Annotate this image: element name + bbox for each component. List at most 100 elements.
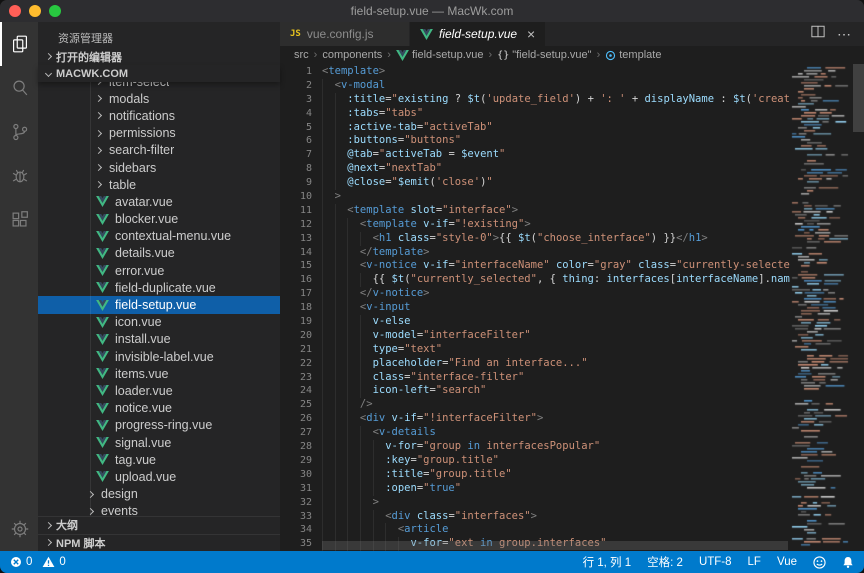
more-actions-icon[interactable]: ⋯ — [837, 26, 852, 43]
settings-gear-icon[interactable] — [0, 507, 38, 551]
tab-field-setup.vue[interactable]: field-setup.vue× — [410, 22, 546, 46]
tree-file-loader.vue[interactable]: loader.vue — [38, 382, 280, 399]
code-line: 15<v-notice v-if="interfaceName" color="… — [280, 259, 790, 273]
code-editor[interactable]: 1<template>2<v-modal3:title="existing ? … — [280, 64, 864, 551]
tree-folder-search-filter[interactable]: search-filter — [38, 142, 280, 159]
error-icon — [10, 556, 22, 568]
warnings-indicator[interactable]: 0 — [42, 556, 65, 568]
code-line: 11<template slot="interface"> — [280, 204, 790, 218]
tree-file-items.vue[interactable]: items.vue — [38, 365, 280, 382]
code-line: 20v-model="interfaceFilter" — [280, 329, 790, 343]
extensions-icon[interactable] — [0, 198, 38, 242]
tree-file-field-duplicate.vue[interactable]: field-duplicate.vue — [38, 279, 280, 296]
npm-scripts-section[interactable]: NPM 脚本 — [38, 534, 280, 552]
symbol-icon — [605, 50, 616, 61]
breadcrumb-field-setup.vue[interactable]: field-setup.vue — [396, 49, 484, 61]
breadcrumb-separator: › — [489, 49, 493, 61]
status-item[interactable]: 行 1, 列 1 — [583, 554, 632, 570]
tree-folder-modals[interactable]: modals — [38, 90, 280, 107]
code-line: 5:active-tab="activeTab" — [280, 121, 790, 135]
code-line: 22placeholder="Find an interface..." — [280, 357, 790, 371]
code-line: 2<v-modal — [280, 79, 790, 93]
title-bar: field-setup.vue — MacWk.com — [0, 0, 864, 22]
horizontal-scrollbar[interactable] — [322, 541, 788, 550]
breadcrumb-src[interactable]: src — [294, 49, 309, 61]
warning-icon — [42, 556, 55, 568]
code-lines: 1<template>2<v-modal3:title="existing ? … — [280, 65, 790, 551]
tree-file-invisible-label.vue[interactable]: invisible-label.vue — [38, 348, 280, 365]
code-line: 13<h1 class="style-0">{{ $t("choose_inte… — [280, 232, 790, 246]
split-editor-icon[interactable] — [811, 25, 825, 43]
file-tree[interactable]: item-selectmodalsnotificationspermission… — [38, 82, 280, 516]
tree-file-blocker.vue[interactable]: blocker.vue — [38, 211, 280, 228]
status-item[interactable]: UTF-8 — [699, 556, 732, 568]
chevron-right-icon — [95, 181, 102, 188]
minimize-window-button[interactable] — [29, 5, 41, 17]
chevron-down-icon — [45, 70, 52, 77]
tree-folder-permissions[interactable]: permissions — [38, 125, 280, 142]
explorer-icon[interactable] — [0, 22, 38, 66]
code-line: 8@next="nextTab" — [280, 162, 790, 176]
tree-folder-design[interactable]: design — [38, 486, 280, 503]
open-editors-section[interactable]: 打开的编辑器 — [38, 48, 280, 65]
code-line: 19v-else — [280, 315, 790, 329]
tab-vue.config.js[interactable]: JSvue.config.js — [280, 22, 410, 46]
code-line: 1<template> — [280, 65, 790, 79]
outline-section[interactable]: 大纲 — [38, 516, 280, 534]
editor-actions: ⋯ — [811, 22, 864, 46]
vue-file-icon — [96, 265, 109, 276]
tree-folder-notifications[interactable]: notifications — [38, 107, 280, 124]
tree-file-error.vue[interactable]: error.vue — [38, 262, 280, 279]
breadcrumbs: src›components›field-setup.vue›{}"field-… — [280, 46, 864, 64]
tree-file-details.vue[interactable]: details.vue — [38, 245, 280, 262]
code-line: 18<v-input — [280, 301, 790, 315]
vue-file-icon — [96, 196, 109, 207]
code-line: 28v-for="group in interfacesPopular" — [280, 440, 790, 454]
breadcrumb-components[interactable]: components — [322, 49, 382, 61]
source-control-icon[interactable] — [0, 110, 38, 154]
tree-file-avatar.vue[interactable]: avatar.vue — [38, 193, 280, 210]
vue-file-icon — [96, 214, 109, 225]
tree-folder-events[interactable]: events — [38, 503, 280, 516]
root-folder-section[interactable]: MACWK.COM — [38, 65, 280, 82]
feedback-smiley-icon[interactable] — [813, 556, 826, 569]
zoom-window-button[interactable] — [49, 5, 61, 17]
tree-folder-sidebars[interactable]: sidebars — [38, 159, 280, 176]
notifications-bell-icon[interactable] — [842, 556, 854, 569]
vertical-scrollbar[interactable] — [853, 64, 864, 132]
vue-file-icon — [96, 231, 109, 242]
tree-file-tag.vue[interactable]: tag.vue — [38, 451, 280, 468]
tree-file-upload.vue[interactable]: upload.vue — [38, 468, 280, 485]
code-line: 31:open="true" — [280, 482, 790, 496]
breadcrumb-field-setup.vue[interactable]: {}"field-setup.vue" — [497, 49, 591, 61]
errors-indicator[interactable]: 0 — [10, 556, 32, 568]
tree-folder-item-select[interactable]: item-select — [38, 82, 280, 90]
tree-file-signal.vue[interactable]: signal.vue — [38, 434, 280, 451]
tree-file-field-setup.vue[interactable]: field-setup.vue — [38, 296, 280, 313]
tree-file-notice.vue[interactable]: notice.vue — [38, 400, 280, 417]
search-icon[interactable] — [0, 66, 38, 110]
code-line: 29:key="group.title" — [280, 454, 790, 468]
activity-bar — [0, 22, 38, 551]
minimap[interactable] — [790, 64, 852, 551]
traffic-lights — [9, 5, 61, 17]
code-line: 10> — [280, 190, 790, 204]
code-line: 14</template> — [280, 246, 790, 260]
chevron-right-icon — [95, 147, 102, 154]
tree-folder-table[interactable]: table — [38, 176, 280, 193]
chevron-right-icon — [45, 539, 52, 546]
tree-file-contextual-menu.vue[interactable]: contextual-menu.vue — [38, 228, 280, 245]
status-item[interactable]: Vue — [777, 556, 797, 568]
status-item[interactable]: LF — [748, 556, 761, 568]
vue-file-icon — [96, 248, 109, 259]
vue-file-icon — [96, 317, 109, 328]
editor-group: JSvue.config.jsfield-setup.vue× ⋯ src›co… — [280, 22, 864, 551]
tree-file-icon.vue[interactable]: icon.vue — [38, 314, 280, 331]
tree-file-progress-ring.vue[interactable]: progress-ring.vue — [38, 417, 280, 434]
close-icon[interactable]: × — [527, 27, 535, 41]
debug-icon[interactable] — [0, 154, 38, 198]
tree-file-install.vue[interactable]: install.vue — [38, 331, 280, 348]
breadcrumb-template[interactable]: template — [605, 49, 661, 61]
status-item[interactable]: 空格: 2 — [647, 554, 683, 570]
close-window-button[interactable] — [9, 5, 21, 17]
